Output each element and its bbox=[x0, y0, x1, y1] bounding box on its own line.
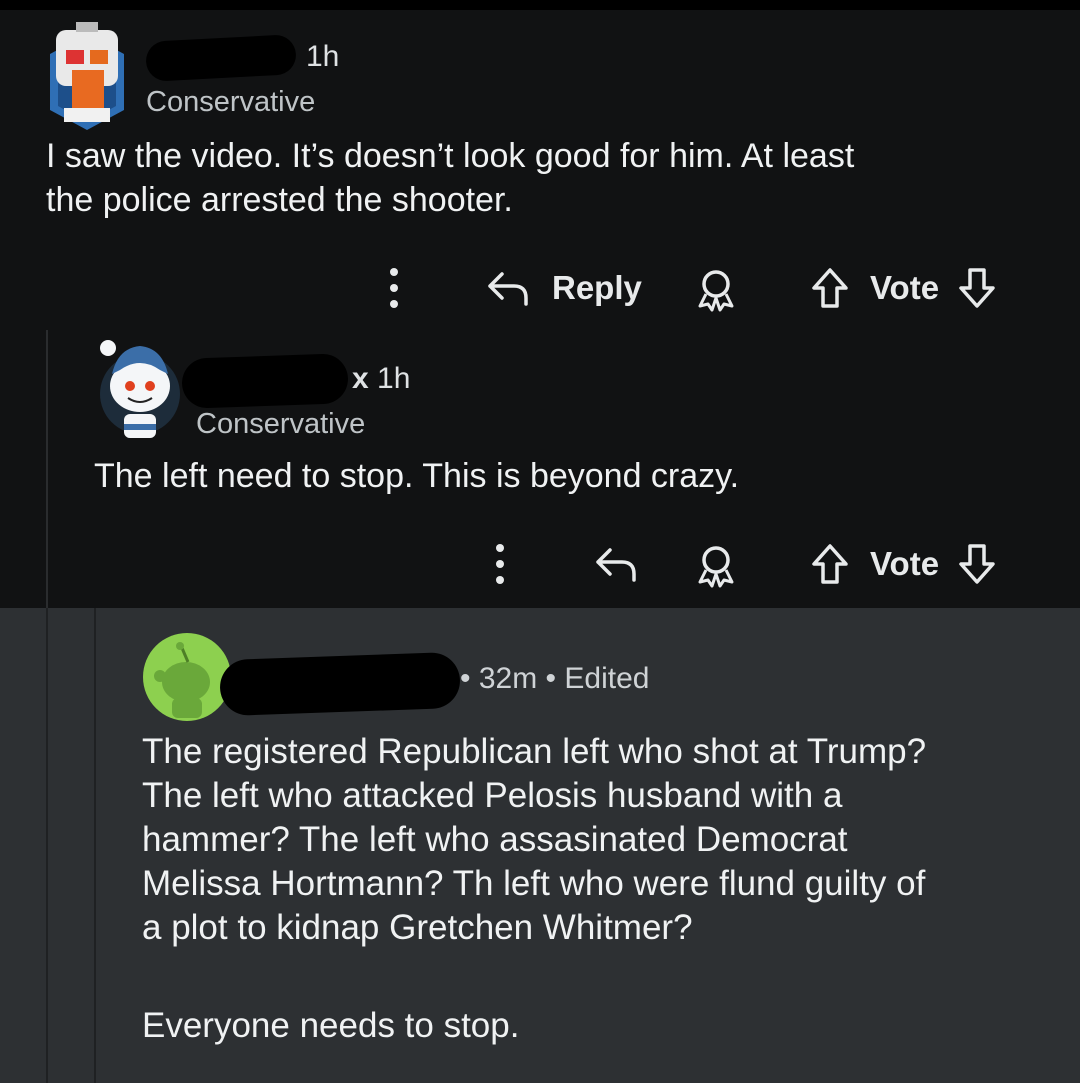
comment-line: Melissa Hortmann? Th left who were flund… bbox=[142, 864, 926, 903]
award-icon[interactable] bbox=[694, 544, 738, 588]
vote-label: Vote bbox=[870, 545, 940, 582]
thread-line[interactable] bbox=[46, 608, 48, 1083]
comment-body: I saw the video. It’s doesn’t look good … bbox=[46, 134, 854, 222]
comment-body: The registered Republican left who shot … bbox=[142, 730, 926, 1048]
upvote-icon[interactable] bbox=[808, 542, 852, 586]
more-options-icon[interactable] bbox=[486, 542, 514, 586]
comment-2: x 1h Conservative The left need to stop.… bbox=[48, 330, 1080, 608]
avatar[interactable] bbox=[142, 632, 232, 722]
reply-icon bbox=[484, 268, 532, 308]
avatar[interactable] bbox=[98, 334, 182, 444]
upvote-icon[interactable] bbox=[808, 266, 852, 310]
redacted-username bbox=[145, 34, 297, 82]
award-icon[interactable] bbox=[694, 268, 738, 312]
community-name[interactable]: Conservative bbox=[146, 86, 315, 119]
downvote-icon[interactable] bbox=[955, 542, 999, 586]
comment-3: • 32m • Edited The registered Republican… bbox=[96, 608, 1080, 1083]
reply-button[interactable]: Reply bbox=[484, 266, 642, 310]
vote-group: Vote bbox=[808, 266, 999, 310]
vote-group: Vote bbox=[808, 542, 999, 586]
more-options-icon[interactable] bbox=[380, 266, 408, 310]
downvote-icon[interactable] bbox=[955, 266, 999, 310]
snoo-avatar-icon bbox=[143, 633, 231, 721]
comment-line: hammer? The left who assasinated Democra… bbox=[142, 820, 848, 859]
community-name[interactable]: Conservative bbox=[196, 408, 365, 441]
comment-meta: • 32m • Edited bbox=[460, 662, 650, 695]
comment-meta: x 1h bbox=[352, 362, 410, 396]
comment-line: The left need to stop. This is beyond cr… bbox=[94, 457, 740, 495]
avatar[interactable] bbox=[42, 22, 132, 132]
reply-icon[interactable] bbox=[592, 544, 640, 584]
comment-line: a plot to kidnap Gretchen Whitmer? bbox=[142, 908, 693, 947]
comment-line: the police arrested the shooter. bbox=[46, 181, 513, 219]
redacted-username bbox=[219, 651, 461, 717]
comment-1: 1h Conservative I saw the video. It’s do… bbox=[0, 10, 1080, 340]
redacted-username bbox=[181, 353, 349, 409]
comment-time: 1h bbox=[377, 362, 411, 395]
comment-line: The left who attacked Pelosis husband wi… bbox=[142, 776, 843, 815]
comment-body: The left need to stop. This is beyond cr… bbox=[94, 454, 739, 498]
snoo-avatar-icon bbox=[100, 340, 180, 438]
reply-label: Reply bbox=[552, 269, 642, 306]
robot-avatar-icon bbox=[50, 22, 124, 130]
comment-time: 1h bbox=[306, 40, 340, 73]
comment-line: Everyone needs to stop. bbox=[142, 1006, 520, 1045]
top-bar bbox=[0, 0, 1080, 10]
username-suffix: x bbox=[352, 362, 369, 395]
comment-line: I saw the video. It’s doesn’t look good … bbox=[46, 137, 855, 175]
vote-label: Vote bbox=[870, 269, 940, 306]
comment-line: The registered Republican left who shot … bbox=[142, 732, 927, 771]
